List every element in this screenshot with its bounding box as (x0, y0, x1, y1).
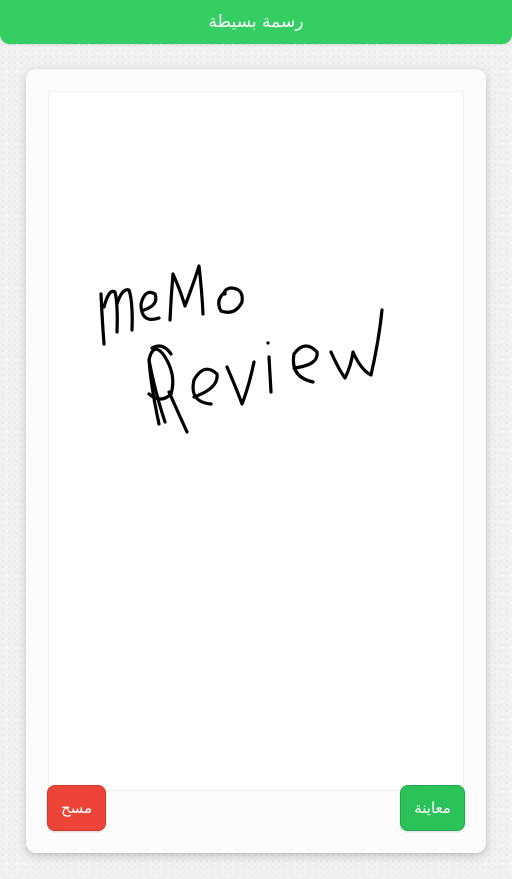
app-title: رسمة بسيطة (208, 12, 304, 32)
stroke-v (225, 360, 256, 406)
clear-button-label: مسح (60, 799, 93, 817)
stroke-M (168, 264, 205, 322)
drawing-canvas[interactable] (48, 91, 464, 791)
clear-button[interactable]: مسح (47, 785, 106, 831)
stroke-m (99, 288, 134, 346)
stroke-e (139, 290, 161, 321)
stroke-o (217, 286, 244, 314)
stroke-e2 (191, 367, 219, 406)
stroke-w (329, 308, 384, 380)
app-header: رسمة بسيطة (0, 0, 512, 44)
preview-button[interactable]: معاينة (400, 785, 465, 831)
preview-button-label: معاينة (414, 799, 451, 817)
stroke-e3 (291, 344, 319, 384)
stroke-i (267, 355, 273, 394)
stroke-i-dot (266, 341, 270, 345)
handwritten-drawing (99, 264, 384, 434)
